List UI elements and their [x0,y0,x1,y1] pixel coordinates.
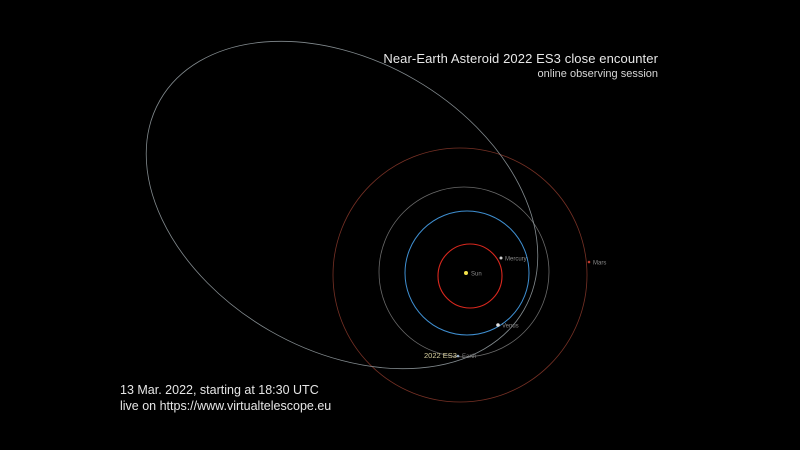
asteroid-label: 2022 ES3 [424,351,457,360]
event-date: 13 Mar. 2022, starting at 18:30 UTC [120,383,319,397]
mercury-marker [499,256,503,260]
mercury-label: Mercury [505,257,527,263]
venus-label: Venus [502,324,519,330]
mars-label: Mars [593,261,606,267]
earth-marker [456,354,460,358]
event-url: live on https://www.virtualtelescope.eu [120,399,332,413]
mercury-orbit [437,243,503,309]
sun-label: Sun [471,272,482,278]
event-info: 13 Mar. 2022, starting at 18:30 UTC live… [120,382,331,414]
mars-marker [587,260,591,264]
earth-label: Earth [462,354,476,360]
earth-orbit [378,186,550,358]
page-subtitle: online observing session [537,68,658,80]
title-block: Near-Earth Asteroid 2022 ES3 close encou… [383,51,658,82]
sun-marker [464,271,468,275]
page-title: Near-Earth Asteroid 2022 ES3 close encou… [383,51,658,66]
venus-marker [496,323,500,327]
